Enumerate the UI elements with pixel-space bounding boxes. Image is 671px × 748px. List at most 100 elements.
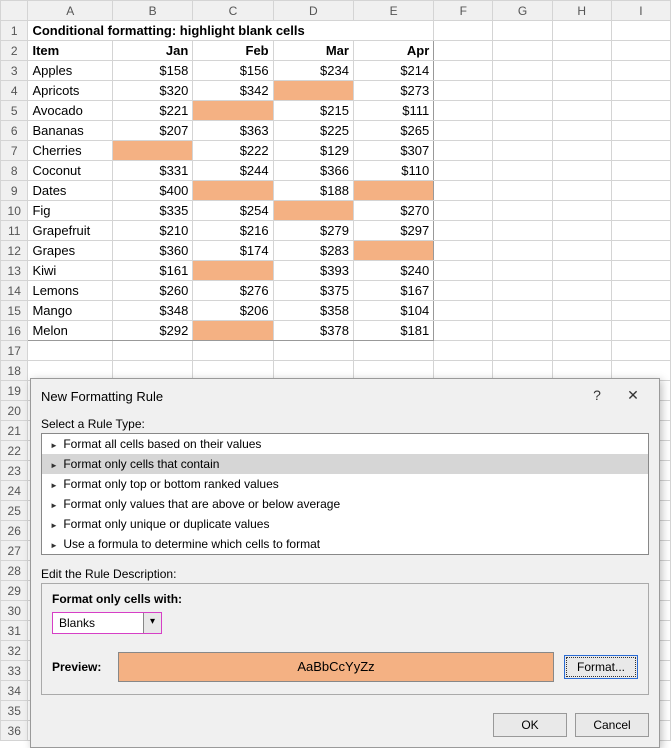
cell[interactable]	[493, 241, 552, 261]
cell[interactable]	[493, 201, 552, 221]
cell[interactable]: $366	[273, 161, 353, 181]
cell[interactable]: Jan	[113, 41, 193, 61]
rule-type-item[interactable]: ► Format only values that are above or b…	[42, 494, 648, 514]
cell[interactable]: $206	[193, 301, 273, 321]
cell[interactable]	[611, 301, 670, 321]
cell[interactable]	[434, 301, 493, 321]
row-header[interactable]: 5	[1, 101, 28, 121]
cell[interactable]	[493, 181, 552, 201]
cell[interactable]	[434, 341, 493, 361]
cell[interactable]	[28, 341, 113, 361]
row-header[interactable]: 29	[1, 581, 28, 601]
cell[interactable]	[552, 241, 611, 261]
row-header[interactable]: 18	[1, 361, 28, 381]
cell[interactable]: Apples	[28, 61, 113, 81]
cell[interactable]	[611, 281, 670, 301]
cell[interactable]: $276	[193, 281, 273, 301]
cancel-button[interactable]: Cancel	[575, 713, 649, 737]
row-header[interactable]: 12	[1, 241, 28, 261]
cell[interactable]	[611, 321, 670, 341]
cell[interactable]	[552, 141, 611, 161]
cell[interactable]	[552, 161, 611, 181]
cell[interactable]	[434, 261, 493, 281]
cell[interactable]: Bananas	[28, 121, 113, 141]
cell[interactable]	[552, 61, 611, 81]
cell[interactable]: $331	[113, 161, 193, 181]
cell[interactable]	[434, 81, 493, 101]
cell[interactable]	[493, 141, 552, 161]
row-header[interactable]: 3	[1, 61, 28, 81]
cell[interactable]	[353, 181, 433, 201]
row-header[interactable]: 35	[1, 701, 28, 721]
cell[interactable]: Lemons	[28, 281, 113, 301]
cell[interactable]	[611, 21, 670, 41]
cell[interactable]	[193, 321, 273, 341]
cell[interactable]	[611, 341, 670, 361]
cell[interactable]: $254	[193, 201, 273, 221]
cell[interactable]	[611, 101, 670, 121]
cell[interactable]: $400	[113, 181, 193, 201]
select-all-corner[interactable]	[1, 1, 28, 21]
rule-type-item[interactable]: ► Format only cells that contain	[42, 454, 648, 474]
cell[interactable]	[552, 301, 611, 321]
row-header[interactable]: 16	[1, 321, 28, 341]
cell[interactable]: Mar	[273, 41, 353, 61]
cell[interactable]: $110	[353, 161, 433, 181]
row-header[interactable]: 20	[1, 401, 28, 421]
cell[interactable]: Dates	[28, 181, 113, 201]
cell[interactable]	[434, 161, 493, 181]
cell[interactable]: $210	[113, 221, 193, 241]
cell[interactable]	[353, 241, 433, 261]
cell[interactable]: $156	[193, 61, 273, 81]
cell[interactable]: $215	[273, 101, 353, 121]
cell[interactable]	[434, 241, 493, 261]
cell[interactable]	[434, 21, 493, 41]
row-header[interactable]: 13	[1, 261, 28, 281]
cell[interactable]	[611, 141, 670, 161]
cell[interactable]	[273, 201, 353, 221]
cell[interactable]	[434, 321, 493, 341]
cell[interactable]: $161	[113, 261, 193, 281]
rule-type-item[interactable]: ► Format only top or bottom ranked value…	[42, 474, 648, 494]
cell[interactable]	[493, 321, 552, 341]
column-header-row[interactable]: A B C D E F G H I	[1, 1, 671, 21]
cell[interactable]: $111	[353, 101, 433, 121]
rule-type-item[interactable]: ► Format only unique or duplicate values	[42, 514, 648, 534]
cell[interactable]: $244	[193, 161, 273, 181]
row-header[interactable]: 17	[1, 341, 28, 361]
cell[interactable]	[552, 21, 611, 41]
cell[interactable]	[493, 161, 552, 181]
cell[interactable]: $348	[113, 301, 193, 321]
cell[interactable]: Grapefruit	[28, 221, 113, 241]
cell[interactable]	[193, 341, 273, 361]
cell[interactable]	[493, 121, 552, 141]
cell[interactable]: Coconut	[28, 161, 113, 181]
cell[interactable]	[493, 101, 552, 121]
cell[interactable]: $240	[353, 261, 433, 281]
row-header[interactable]: 34	[1, 681, 28, 701]
cell[interactable]: $167	[353, 281, 433, 301]
cell[interactable]	[434, 201, 493, 221]
cell[interactable]	[611, 121, 670, 141]
cell[interactable]: Melon	[28, 321, 113, 341]
cell[interactable]: $158	[113, 61, 193, 81]
cell[interactable]	[434, 121, 493, 141]
cell[interactable]: $222	[193, 141, 273, 161]
cell[interactable]	[611, 41, 670, 61]
row-header[interactable]: 30	[1, 601, 28, 621]
rule-type-item[interactable]: ► Use a formula to determine which cells…	[42, 534, 648, 554]
cell[interactable]	[552, 81, 611, 101]
row-header[interactable]: 32	[1, 641, 28, 661]
cell[interactable]: $221	[113, 101, 193, 121]
cell[interactable]: $360	[113, 241, 193, 261]
row-header[interactable]: 28	[1, 561, 28, 581]
col-header[interactable]: B	[113, 1, 193, 21]
row-header[interactable]: 27	[1, 541, 28, 561]
cell[interactable]	[493, 281, 552, 301]
cell[interactable]	[552, 261, 611, 281]
cell[interactable]: $216	[193, 221, 273, 241]
cell[interactable]: Item	[28, 41, 113, 61]
row-header[interactable]: 31	[1, 621, 28, 641]
row-header[interactable]: 33	[1, 661, 28, 681]
cell[interactable]	[611, 181, 670, 201]
